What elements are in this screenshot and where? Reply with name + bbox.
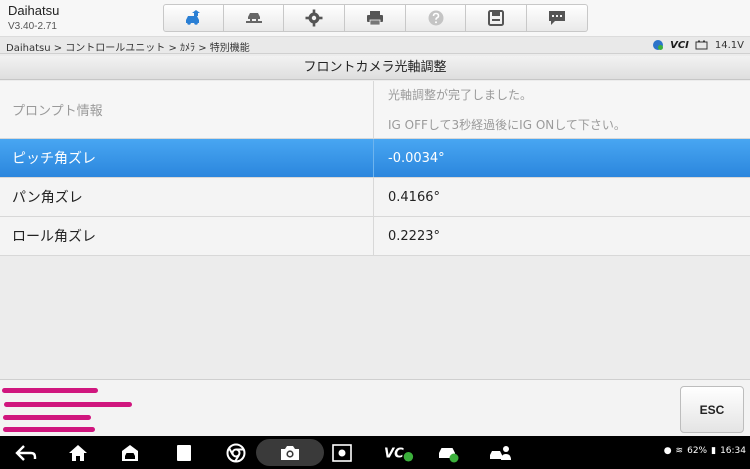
screen-brightness-icon <box>332 444 352 462</box>
prompt-line-2: IG OFFして3秒経過後にIG ONして下さい。 <box>388 118 626 132</box>
print-button[interactable] <box>345 4 406 32</box>
svg-text:VC: VC <box>384 447 404 462</box>
gear-icon <box>305 9 323 27</box>
redaction-scribble <box>4 402 132 407</box>
car-check-icon <box>439 448 459 463</box>
connection-status: VCI 14.1V <box>652 39 744 51</box>
esc-button[interactable]: ESC <box>680 386 744 433</box>
back-button[interactable] <box>14 442 38 464</box>
vehicle-check-button[interactable] <box>436 442 460 464</box>
chrome-icon <box>226 443 246 463</box>
battery-level: 62% <box>687 446 708 456</box>
recent-apps-icon <box>177 445 191 461</box>
car-home-icon <box>122 445 138 461</box>
network-globe-icon <box>653 40 664 50</box>
car-app-button[interactable] <box>118 442 142 464</box>
wifi-icon: ≋ <box>675 446 684 456</box>
remote-expert-button[interactable] <box>488 442 512 464</box>
screenshot-button[interactable] <box>330 442 354 464</box>
home-button[interactable] <box>163 4 224 32</box>
car-lift-icon <box>245 13 262 23</box>
messages-button[interactable] <box>527 4 588 32</box>
vci-badge: VCI <box>670 39 689 51</box>
camera-icon <box>281 446 299 460</box>
help-icon <box>428 10 444 26</box>
table-row-pitch[interactable]: ピッチ角ズレ -0.0034° <box>0 139 750 178</box>
row-label: パン角ズレ <box>0 178 374 216</box>
bottom-panel: ESC <box>0 379 750 436</box>
row-value: -0.0034° <box>388 150 445 166</box>
prompt-message: 光軸調整が完了しました。 IG OFFして3秒経過後にIG ONして下さい。 <box>375 81 750 138</box>
app-version: V3.40-2.71 <box>8 21 57 32</box>
table-row-pan[interactable]: パン角ズレ 0.4166° <box>0 178 750 217</box>
message-icon <box>548 11 565 25</box>
back-arrow-icon <box>15 445 37 461</box>
save-button[interactable] <box>466 4 528 32</box>
android-nav-bar: VC ● ≋ 62% ▮ 16:34 <box>0 436 750 469</box>
page-title: フロントカメラ光軸調整 <box>0 56 750 80</box>
battery-icon: ▮ <box>711 446 717 456</box>
vehicle-button[interactable] <box>223 4 285 32</box>
recent-apps-button[interactable] <box>172 442 196 464</box>
home-nav-button[interactable] <box>66 442 90 464</box>
house-icon <box>69 445 87 461</box>
row-value: 0.4166° <box>388 189 440 205</box>
save-icon <box>488 10 505 26</box>
voltage-readout: 14.1V <box>714 39 744 51</box>
data-table: プロンプト情報 光軸調整が完了しました。 IG OFFして3秒経過後にIG ON… <box>0 81 750 256</box>
bluetooth-icon: ● <box>663 446 672 456</box>
prompt-label: プロンプト情報 <box>0 81 374 138</box>
browser-button[interactable] <box>224 442 248 464</box>
car-user-icon <box>490 446 511 460</box>
vci-bt-icon: VC <box>384 447 414 462</box>
car-home-icon <box>186 10 201 25</box>
app-header: Daihatsu V3.40-2.71 <box>0 0 750 36</box>
redaction-scribble <box>3 427 95 432</box>
printer-icon <box>366 11 383 26</box>
redaction-scribble <box>3 415 91 420</box>
settings-button[interactable] <box>284 4 346 32</box>
battery-icon <box>695 40 708 50</box>
camera-button[interactable] <box>278 442 302 464</box>
row-label: ピッチ角ズレ <box>0 139 374 177</box>
breadcrumb: Daihatsu > コントロールユニット > ｶﾒﾗ > 特別機能 <box>6 43 250 54</box>
clock: 16:34 <box>720 446 746 456</box>
prompt-line-1: 光軸調整が完了しました。 <box>388 88 533 102</box>
prompt-row: プロンプト情報 光軸調整が完了しました。 IG OFFして3秒経過後にIG ON… <box>0 81 750 139</box>
breadcrumb-bar: Daihatsu > コントロールユニット > ｶﾒﾗ > 特別機能 VCI 1… <box>0 36 750 54</box>
redaction-scribble <box>2 388 98 393</box>
toolbar <box>163 4 588 32</box>
table-row-roll[interactable]: ロール角ズレ 0.2223° <box>0 217 750 256</box>
row-label: ロール角ズレ <box>0 217 374 255</box>
row-value: 0.2223° <box>388 228 440 244</box>
system-status: ● ≋ 62% ▮ 16:34 <box>664 446 746 456</box>
help-button[interactable] <box>405 4 467 32</box>
app-title: Daihatsu <box>8 3 60 18</box>
vci-button[interactable]: VC <box>382 442 416 464</box>
